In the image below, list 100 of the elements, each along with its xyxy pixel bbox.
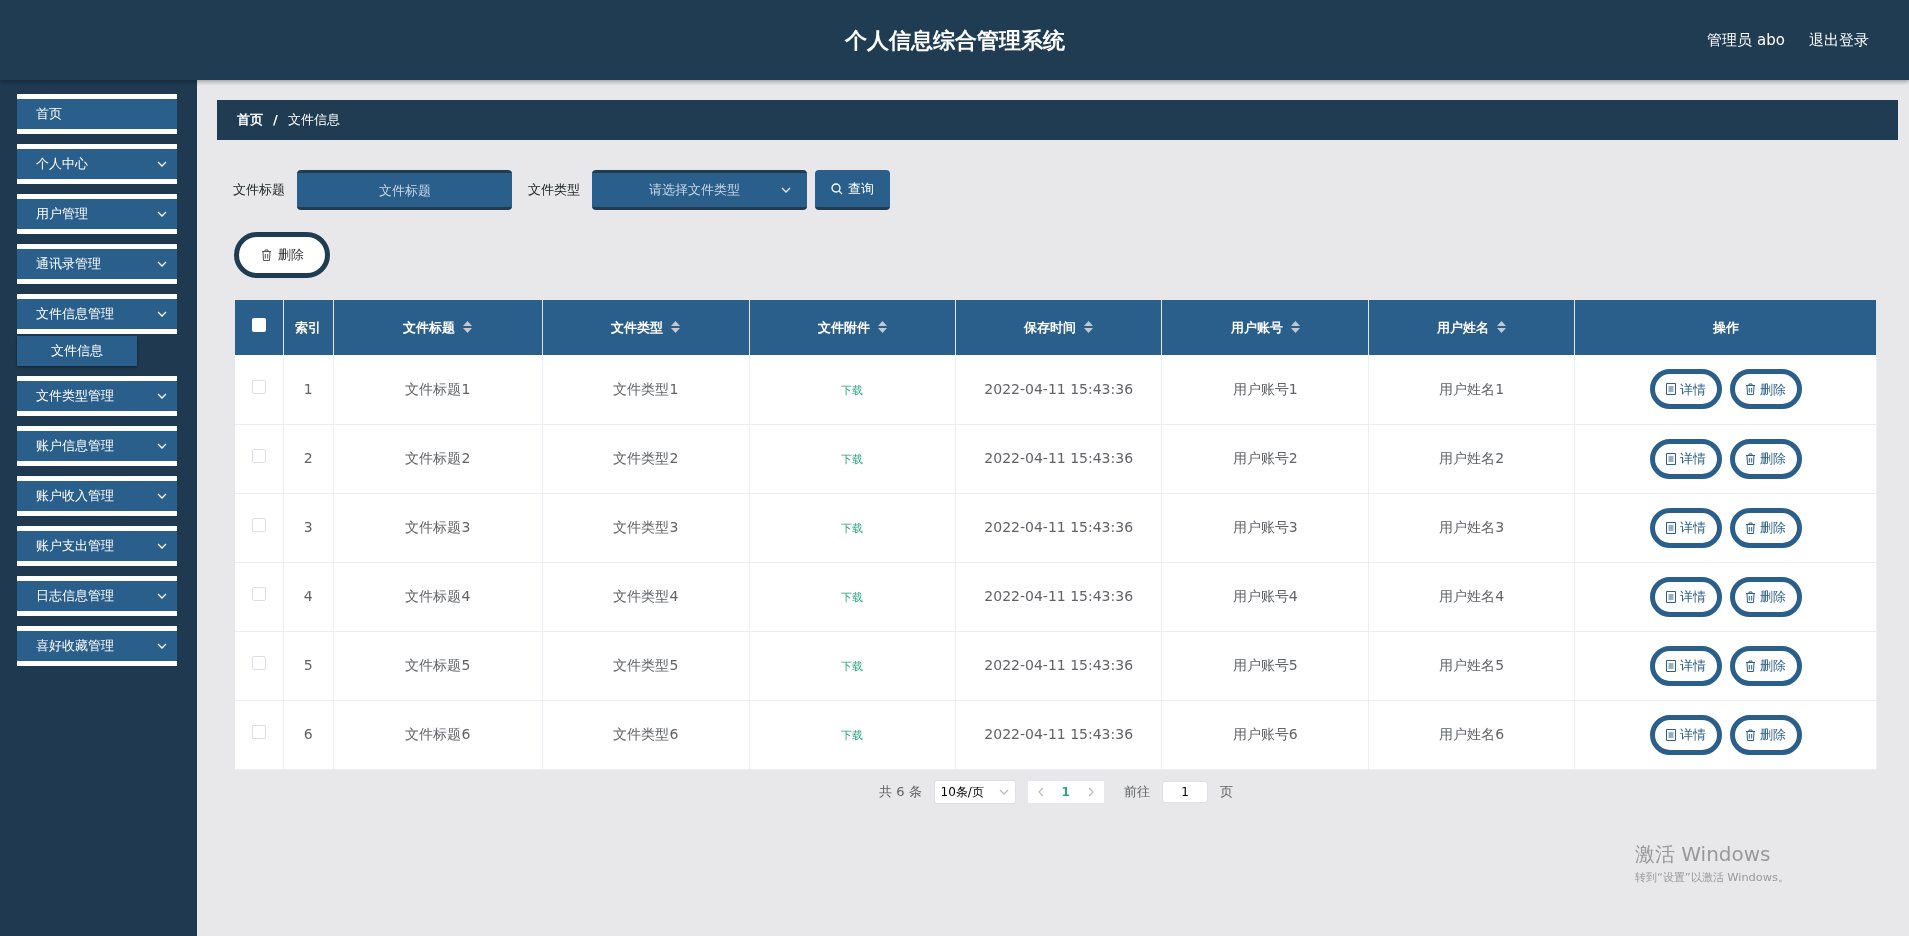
title-input[interactable]: 文件标题 [297,170,512,210]
table-cell: 2022-04-11 15:43:36 [984,657,1134,673]
table-cell: 文件标题4 [405,588,471,604]
trash-icon [1745,659,1757,672]
sidebar-item[interactable]: 首页 [17,94,177,134]
chevron-right-icon [1087,786,1094,797]
breadcrumb-separator: / [273,111,278,130]
chevron-down-icon [157,593,167,599]
table-cell: 4 [303,588,313,604]
sidebar-item[interactable]: 日志信息管理 [17,576,177,616]
table-cell: 2 [303,450,313,466]
delete-button[interactable]: 删除 [1729,507,1802,548]
sort-icon [463,320,473,333]
table-cell: 6 [303,726,313,742]
chevron-down-icon [781,187,791,193]
column-header[interactable]: 用户姓名 [1368,300,1575,355]
document-icon [1665,383,1676,396]
table-cell: 用户账号5 [1232,657,1298,673]
row-checkbox[interactable] [251,725,266,739]
trash-icon [1745,728,1757,741]
sort-icon [1084,320,1094,333]
details-button[interactable]: 详情 [1649,507,1722,548]
row-checkbox[interactable] [251,449,266,463]
document-icon [1665,521,1676,534]
row-checkbox[interactable] [251,587,266,601]
goto-page-input[interactable]: 1 [1161,780,1208,803]
table-cell: 用户账号3 [1232,519,1298,535]
table-cell: 文件标题3 [405,519,471,535]
delete-button[interactable]: 删除 [1729,576,1802,617]
row-checkbox[interactable] [251,379,266,394]
details-button[interactable]: 详情 [1649,369,1722,410]
table-cell: 用户姓名4 [1439,588,1505,604]
table-cell: 文件类型5 [613,657,679,673]
search-icon [831,182,843,195]
type-select[interactable]: 请选择文件类型 [592,170,807,210]
delete-button[interactable]: 删除 [234,232,330,278]
chevron-down-icon [157,493,167,499]
details-button[interactable]: 详情 [1649,576,1722,617]
field-label: 文件标题 [233,181,285,200]
sort-icon [1290,320,1300,333]
table-cell: 文件类型3 [613,519,679,535]
sidebar-item[interactable]: 通讯录管理 [17,244,177,284]
table-cell: 2022-04-11 15:43:36 [984,450,1134,466]
details-button[interactable]: 详情 [1649,438,1722,479]
sidebar-item[interactable]: 个人中心 [17,144,177,184]
sidebar-item[interactable]: 账户信息管理 [17,426,177,466]
goto-label: 前往 [1123,782,1150,801]
sidebar-item[interactable]: 账户收入管理 [17,476,177,516]
delete-button[interactable]: 删除 [1729,438,1802,479]
query-button[interactable]: 查询 [815,170,890,210]
table-cell: 用户账号4 [1232,588,1298,604]
row-checkbox[interactable] [251,656,266,670]
chevron-down-icon [157,393,167,399]
document-icon [1665,659,1676,672]
table-cell: 文件类型2 [613,450,679,466]
sidebar-item[interactable]: 用户管理 [17,194,177,234]
chevron-down-icon [157,211,167,217]
column-header[interactable]: 文件标题 [333,300,543,355]
table-cell: 文件类型4 [613,588,679,604]
delete-button[interactable]: 删除 [1729,369,1802,410]
activation-title: 激活 Windows [1634,840,1772,868]
select-all-checkbox[interactable] [251,317,266,332]
sort-icon [877,320,887,333]
trash-icon [1745,452,1757,465]
table-cell: 用户姓名3 [1439,519,1505,535]
column-header[interactable]: 保存时间 [955,300,1162,355]
details-button[interactable]: 详情 [1649,714,1722,755]
chevron-down-icon [157,261,167,267]
user-label: 管理员 abo [1707,29,1785,51]
details-button[interactable]: 详情 [1649,645,1722,686]
logout-link[interactable]: 退出登录 [1809,28,1869,52]
sidebar-item[interactable]: 文件信息管理 [17,294,177,334]
column-header[interactable]: 文件类型 [542,300,750,355]
chevron-down-icon [157,443,167,449]
breadcrumb-item[interactable]: 首页 [237,110,263,130]
column-header[interactable]: 用户账号 [1161,300,1369,355]
sidebar-item[interactable]: 账户支出管理 [17,526,177,566]
sidebar-item[interactable]: 文件类型管理 [17,376,177,416]
chevron-down-icon [157,311,167,317]
column-header[interactable]: 文件附件 [749,300,956,355]
goto-suffix: 页 [1219,782,1233,801]
delete-button[interactable]: 删除 [1729,645,1802,686]
sidebar-subitem[interactable]: 文件信息 [17,336,137,366]
row-checkbox[interactable] [251,518,266,532]
document-icon [1665,728,1676,741]
delete-button[interactable]: 删除 [1729,714,1802,755]
column-header: 操作 [1574,300,1877,355]
total-count: 共 6 条 [879,782,922,801]
sidebar-item[interactable]: 喜好收藏管理 [17,626,177,666]
trash-icon [260,249,272,261]
page-size-select[interactable]: 10条/页 [933,779,1016,804]
column-header: 索引 [283,300,334,355]
chevron-down-icon [998,788,1009,795]
table-cell: 用户账号1 [1232,380,1298,397]
table-cell: 文件标题2 [405,450,471,466]
table-cell: 用户姓名2 [1439,450,1505,466]
chevron-left-icon [1037,786,1044,797]
table-cell: 3 [303,519,313,535]
table-cell: 用户姓名1 [1439,380,1505,397]
table-cell: 文件标题1 [405,380,471,397]
